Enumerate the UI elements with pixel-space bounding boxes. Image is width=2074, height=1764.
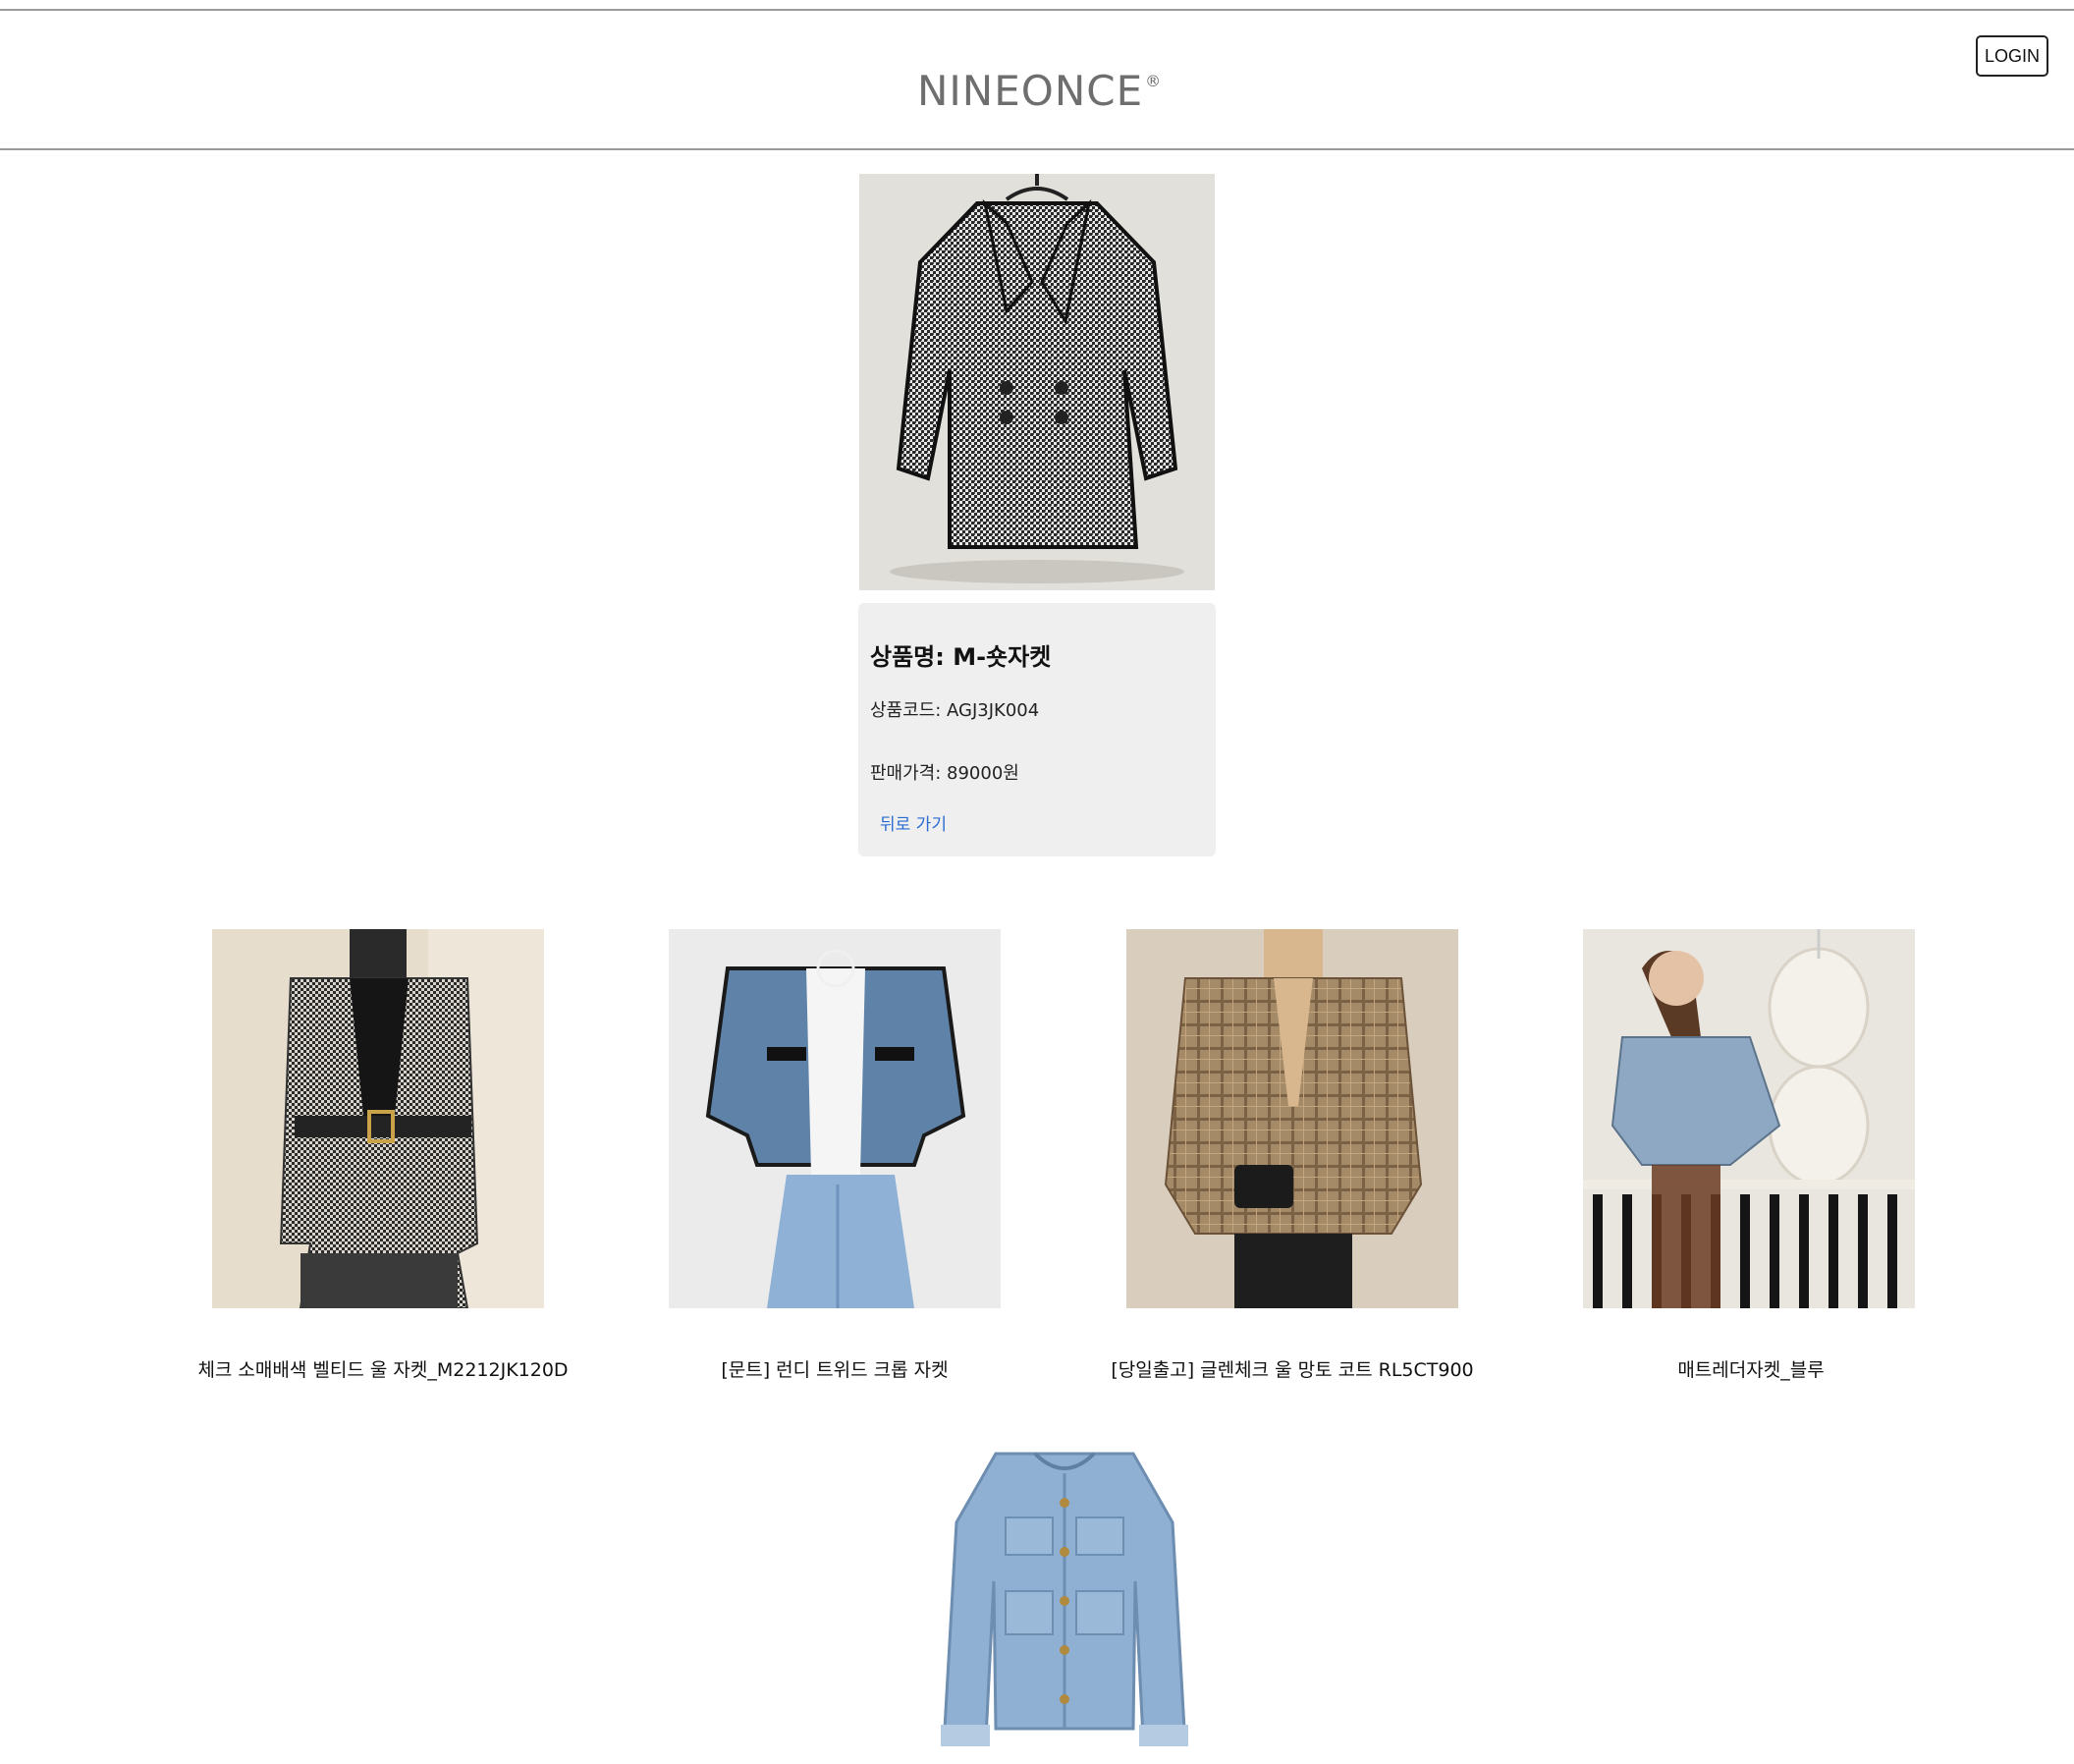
- glen-check-cape-coat-illustration: [1126, 929, 1458, 1308]
- product-info-card: 상품명: M-숏자켓 상품코드: AGJ3JK004 판매가격: 89000원 …: [858, 603, 1216, 856]
- brand-logo[interactable]: NINEONCE ®: [917, 66, 1162, 117]
- site-header: NINEONCE ® LOGIN: [0, 11, 2074, 148]
- tweed-crop-jacket-illustration: [669, 929, 1001, 1308]
- related-product-image-1[interactable]: [212, 929, 544, 1308]
- registered-mark: ®: [1145, 72, 1163, 90]
- denim-jacket-illustration: [927, 1444, 1202, 1764]
- back-link[interactable]: 뒤로 가기: [880, 810, 947, 835]
- related-product-name-2[interactable]: [문트] 런디 트위드 크롭 자켓: [609, 1355, 1061, 1382]
- product-title: 상품명: M-숏자켓: [870, 643, 1052, 671]
- product-price: 판매가격: 89000원: [870, 763, 1019, 784]
- related-product-image-4[interactable]: [1583, 929, 1915, 1308]
- product-code: 상품코드: AGJ3JK004: [870, 700, 1040, 721]
- belted-check-jacket-illustration: [212, 929, 544, 1308]
- houndstooth-jacket-illustration: [859, 174, 1215, 590]
- product-main-image: [859, 174, 1215, 590]
- leather-jacket-blue-illustration: [1583, 929, 1915, 1308]
- related-product-image-2[interactable]: [669, 929, 1001, 1308]
- related-product-image-3[interactable]: [1126, 929, 1458, 1308]
- related-product-name-3[interactable]: [당일출고] 글렌체크 울 망토 코트 RL5CT900: [1066, 1355, 1518, 1382]
- related-product-image-5[interactable]: [927, 1444, 1202, 1764]
- login-button[interactable]: LOGIN: [1976, 35, 2048, 77]
- header-divider: [0, 148, 2074, 150]
- brand-logo-text: NINEONCE: [917, 67, 1144, 115]
- related-product-name-4[interactable]: 매트레더자켓_블루: [1525, 1355, 1977, 1382]
- related-product-name-1[interactable]: 체크 소매배색 벨티드 울 자켓_M2212JK120D: [157, 1355, 609, 1382]
